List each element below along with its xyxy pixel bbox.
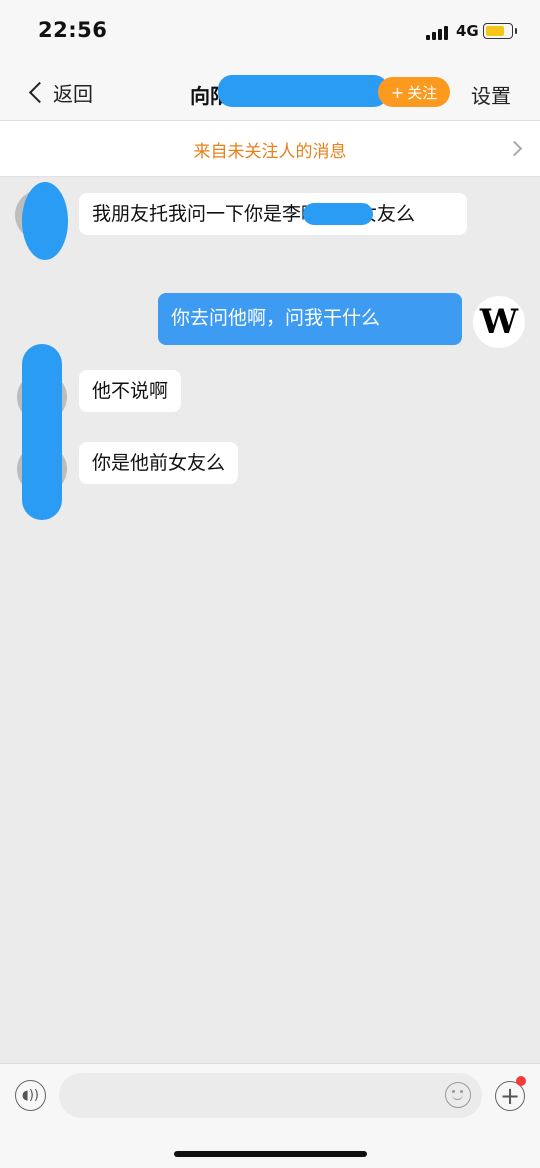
avatar-me[interactable]: W: [473, 296, 525, 348]
settings-button[interactable]: 设置: [471, 80, 511, 109]
message-bubble[interactable]: 你是他前女友么: [79, 442, 239, 484]
voice-icon[interactable]: ◖)): [15, 1080, 46, 1111]
follow-label: 关注: [407, 83, 438, 102]
redaction-mark: [22, 344, 62, 520]
redaction-mark: [303, 203, 373, 225]
message-bubble[interactable]: 我朋友托我问一下你是李晓的前女友么: [79, 193, 467, 235]
follow-button[interactable]: + 关注: [378, 77, 450, 107]
back-button[interactable]: 返回: [24, 78, 93, 106]
message-bubble-mine[interactable]: 你去问他啊，问我干什么: [158, 293, 462, 345]
home-indicator: [174, 1151, 367, 1157]
status-time: 22:56: [38, 18, 108, 42]
notification-dot: [516, 1076, 526, 1086]
plus-icon: +: [390, 82, 405, 102]
network-type: 4G: [456, 22, 479, 40]
redaction-mark: [218, 75, 388, 107]
status-bar: 22:56 4G: [0, 0, 540, 62]
redaction-mark: [22, 182, 68, 260]
stranger-message-banner[interactable]: 来自未关注人的消息: [0, 121, 540, 177]
back-label: 返回: [53, 81, 93, 106]
battery-icon: [483, 23, 517, 39]
banner-text: 来自未关注人的消息: [193, 142, 347, 162]
message-input[interactable]: [59, 1073, 482, 1118]
signal-icon: [426, 24, 452, 40]
nav-bar: 返回 向阳 + 关注 设置: [0, 62, 540, 121]
chevron-left-icon: [28, 81, 51, 103]
emoji-icon[interactable]: [445, 1082, 471, 1108]
message-bubble[interactable]: 他不说啊: [79, 370, 182, 412]
